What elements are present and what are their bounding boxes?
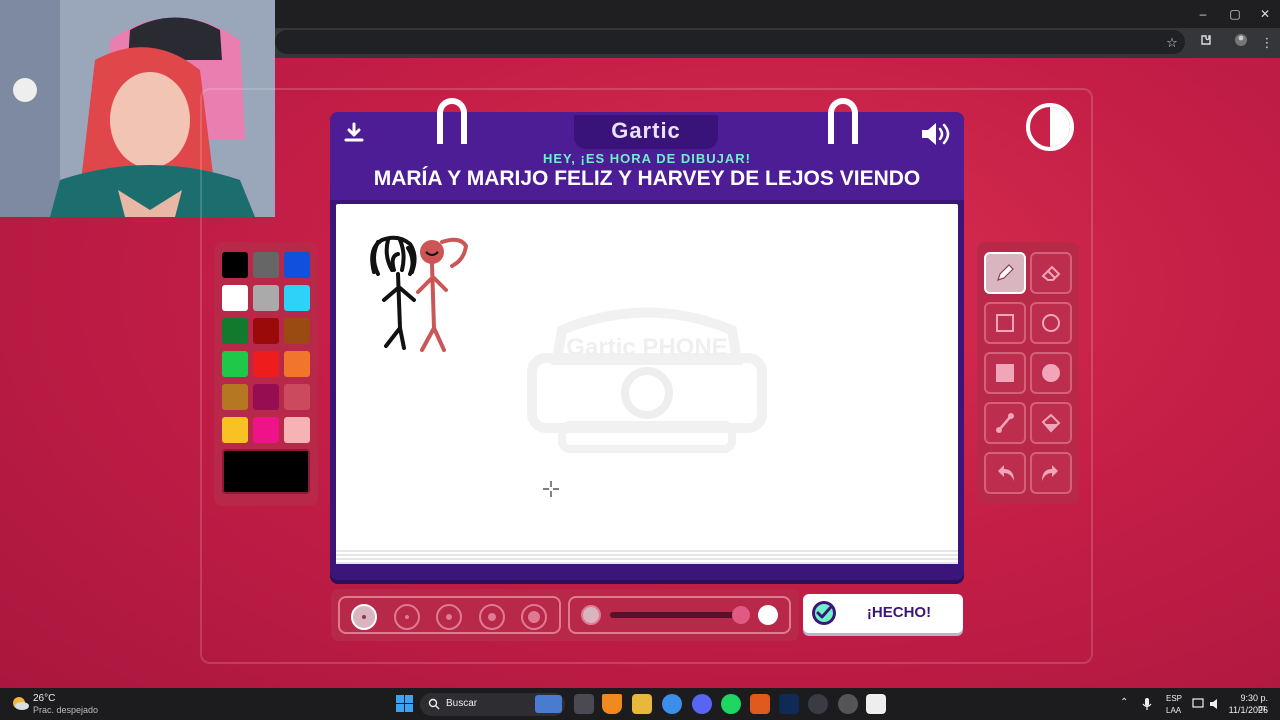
circle-fill-tool[interactable] — [1030, 352, 1072, 394]
tray-chevron-icon[interactable]: ⌃ — [1120, 697, 1128, 717]
download-icon[interactable] — [342, 121, 366, 151]
eraser-tool[interactable] — [1030, 252, 1072, 294]
extensions-icon[interactable] — [1195, 33, 1217, 53]
minimize-button[interactable]: – — [1186, 4, 1220, 24]
color-swatch[interactable] — [253, 384, 279, 410]
gartic-phone-watermark: Gartic PHONE — [527, 307, 767, 453]
weather-icon[interactable] — [10, 694, 30, 712]
windows-start-icon[interactable] — [396, 695, 413, 712]
opacity-slider-track[interactable] — [610, 612, 742, 618]
browser-menu-icon[interactable]: ⋮ — [1256, 33, 1278, 53]
current-color-preview — [222, 449, 310, 494]
color-swatch[interactable] — [284, 252, 310, 278]
color-swatch[interactable] — [222, 252, 248, 278]
color-swatch[interactable] — [284, 417, 310, 443]
search-icon — [428, 698, 440, 710]
bucket-tool[interactable] — [1030, 402, 1072, 444]
opacity-max-icon — [758, 605, 778, 625]
done-button-label: ¡HECHO! — [866, 604, 932, 621]
brush-size-1[interactable] — [351, 604, 377, 630]
color-swatch[interactable] — [222, 417, 248, 443]
subtitle: HEY, ¡ES HORA DE DIBUJAR! — [543, 151, 751, 166]
user-drawing — [370, 235, 468, 352]
contrast-toggle-button[interactable] — [1026, 103, 1074, 151]
color-swatch[interactable] — [284, 285, 310, 311]
color-swatch[interactable] — [253, 417, 279, 443]
color-swatch[interactable] — [253, 285, 279, 311]
color-swatch[interactable] — [284, 384, 310, 410]
obs-app-icon[interactable] — [808, 694, 828, 714]
pencil-tool[interactable] — [984, 252, 1026, 294]
circle-outline-tool[interactable] — [1030, 302, 1072, 344]
capcut-app-icon[interactable] — [866, 694, 886, 714]
bookmark-star-icon[interactable]: ☆ — [1161, 33, 1183, 53]
opacity-min-icon — [581, 605, 601, 625]
close-button[interactable]: ✕ — [1248, 4, 1280, 24]
color-swatch[interactable] — [222, 318, 248, 344]
brush-size-3[interactable] — [436, 604, 462, 630]
color-swatch[interactable] — [253, 252, 279, 278]
color-swatch[interactable] — [222, 285, 248, 311]
gartic-logo: Gartic — [574, 115, 718, 149]
color-swatch[interactable] — [284, 351, 310, 377]
color-swatch[interactable] — [253, 351, 279, 377]
search-placeholder: Buscar — [446, 698, 478, 709]
search-highlight-image — [535, 695, 562, 713]
notebook-ring — [437, 98, 467, 144]
microphone-icon[interactable] — [1141, 697, 1153, 711]
restore-button[interactable]: ▢ — [1218, 4, 1252, 24]
network-volume-icon[interactable] — [1192, 697, 1222, 711]
rectangle-outline-tool[interactable] — [984, 302, 1026, 344]
color-swatch[interactable] — [284, 318, 310, 344]
rectangle-fill-tool[interactable] — [984, 352, 1026, 394]
clock-date[interactable]: 11/1/2026 — [1228, 705, 1268, 720]
app-a-icon[interactable] — [750, 694, 770, 714]
opacity-slider-thumb[interactable] — [732, 606, 750, 624]
crosshair-cursor-icon — [543, 481, 559, 497]
color-swatch[interactable] — [222, 351, 248, 377]
color-swatch[interactable] — [222, 384, 248, 410]
language-bottom[interactable]: LAA — [1166, 706, 1181, 720]
brush-size-4[interactable] — [479, 604, 505, 630]
drawing-prompt: MARÍA Y MARIJO FELIZ Y HARVEY DE LEJOS V… — [373, 167, 921, 190]
address-bar[interactable] — [275, 30, 1185, 54]
brush-size-2[interactable] — [394, 604, 420, 630]
chrome-app-icon[interactable] — [662, 694, 682, 714]
photoshop-app-icon[interactable] — [779, 694, 799, 714]
notebook-ring — [828, 98, 858, 144]
volume-icon[interactable] — [920, 121, 952, 153]
line-tool[interactable] — [984, 402, 1026, 444]
paper-edge — [336, 550, 958, 564]
watermark-text: Gartic PHONE — [566, 334, 727, 361]
task-view-app-icon[interactable] — [574, 694, 594, 714]
spotify-app-icon[interactable] — [721, 694, 741, 714]
brush-size-5[interactable] — [521, 604, 547, 630]
app-icon[interactable] — [838, 694, 858, 714]
discord-app-icon[interactable] — [692, 694, 712, 714]
profile-avatar[interactable] — [1230, 33, 1252, 53]
undo-tool[interactable] — [984, 452, 1026, 494]
weather-description: Prac. despejado — [33, 705, 99, 715]
color-swatch[interactable] — [253, 318, 279, 344]
file-explorer-app-icon[interactable] — [632, 694, 652, 714]
vlc-app-icon[interactable] — [602, 694, 622, 714]
redo-tool[interactable] — [1030, 452, 1072, 494]
